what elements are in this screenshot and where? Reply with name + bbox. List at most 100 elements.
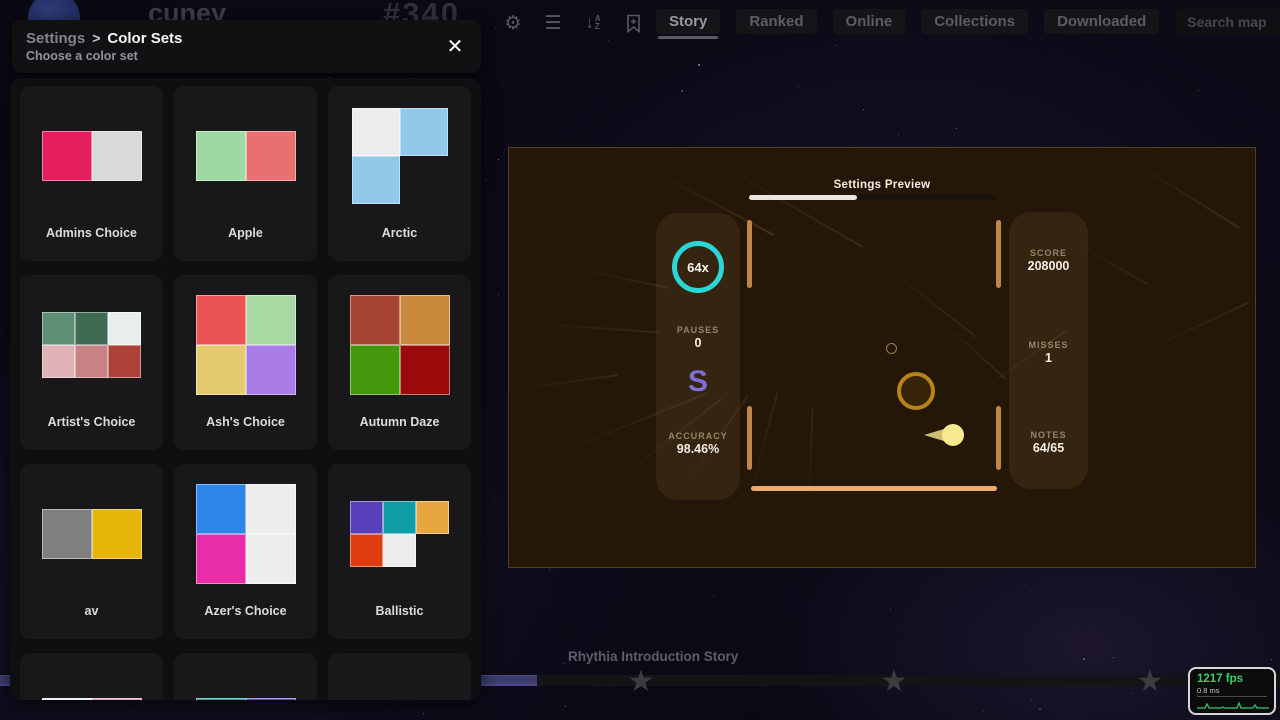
color-swatch xyxy=(42,312,75,345)
color-set-card[interactable] xyxy=(20,653,163,700)
color-swatch-grid xyxy=(350,653,450,700)
color-set-name: Azer's Choice xyxy=(204,604,286,618)
color-swatch xyxy=(400,345,450,395)
color-set-name: av xyxy=(85,604,99,618)
accuracy-value: 98.46% xyxy=(656,442,740,456)
fps-panel: 1217 fps 0.8 ms xyxy=(1188,667,1276,715)
frame-time-value: 0.8 ms xyxy=(1197,686,1267,697)
cursor-ring xyxy=(897,372,935,410)
color-swatch xyxy=(383,501,416,534)
settings-preview-panel: Settings Preview 64x PAUSES 0 S ACCURACY… xyxy=(508,147,1256,568)
color-set-grid: Admins Choice Apple Arctic Artist's Choice A… xyxy=(20,86,471,700)
color-swatch-grid xyxy=(42,86,142,226)
color-swatch xyxy=(196,295,246,345)
color-set-card[interactable] xyxy=(328,653,471,700)
color-swatch xyxy=(350,501,383,534)
color-swatch xyxy=(246,131,296,181)
color-set-card[interactable]: Autumn Daze xyxy=(328,275,471,450)
song-title: Rhythia Introduction Story xyxy=(568,649,738,664)
color-swatch-grid xyxy=(352,86,448,226)
color-swatch-grid xyxy=(350,464,449,604)
color-set-card[interactable]: Ash's Choice xyxy=(174,275,317,450)
pauses-label: PAUSES xyxy=(656,325,740,335)
breadcrumb: Settings > Color Sets xyxy=(26,30,467,47)
tab-collections[interactable]: Collections xyxy=(921,9,1028,34)
color-swatch-grid xyxy=(196,464,296,604)
rank-grade: S xyxy=(656,365,740,399)
color-set-card[interactable]: Azer's Choice xyxy=(174,464,317,639)
color-set-name: Arctic xyxy=(382,226,417,240)
color-set-card[interactable]: Apple xyxy=(174,86,317,261)
color-swatch xyxy=(246,484,296,534)
color-swatch xyxy=(75,345,108,378)
color-set-name: Admins Choice xyxy=(46,226,137,240)
tab-ranked[interactable]: Ranked xyxy=(736,9,816,34)
search-input[interactable] xyxy=(1175,9,1280,35)
color-set-name: Artist's Choice xyxy=(48,415,136,429)
settings-dialog-header: Settings > Color Sets Choose a color set… xyxy=(12,20,481,73)
sort-az-icon[interactable]: ↓ AZ xyxy=(582,12,604,34)
color-swatch xyxy=(75,312,108,345)
app-window: cuney #340 ⚙ ☰ ↓ AZ Story Ranked Online … xyxy=(0,0,1280,720)
color-set-name: Ballistic xyxy=(376,604,424,618)
color-swatch xyxy=(246,698,296,700)
border-bar-bottom xyxy=(751,486,997,491)
color-swatch xyxy=(383,534,416,567)
border-bar-left-bottom xyxy=(747,406,752,470)
color-swatch-grid xyxy=(42,275,141,415)
gear-icon[interactable]: ⚙ xyxy=(502,12,524,34)
note-trail xyxy=(924,429,944,441)
color-swatch xyxy=(42,698,92,700)
settings-dialog-body: Admins Choice Apple Arctic Artist's Choice A… xyxy=(10,78,481,700)
color-swatch xyxy=(350,534,383,567)
color-swatch xyxy=(92,698,142,700)
color-swatch xyxy=(400,295,450,345)
color-swatch xyxy=(42,509,92,559)
color-swatch xyxy=(196,698,246,700)
color-set-card[interactable]: Arctic xyxy=(328,86,471,261)
score-value: 208000 xyxy=(1009,259,1088,273)
color-swatch xyxy=(246,295,296,345)
color-swatch-grid xyxy=(196,653,296,700)
color-swatch xyxy=(196,484,246,534)
color-swatch xyxy=(196,345,246,395)
notes-value: 64/65 xyxy=(1009,441,1088,455)
pauses-value: 0 xyxy=(656,336,740,350)
approach-ring xyxy=(886,343,897,354)
tab-story[interactable]: Story xyxy=(656,9,720,34)
color-swatch xyxy=(42,345,75,378)
list-icon[interactable]: ☰ xyxy=(542,12,564,34)
color-swatch xyxy=(92,131,142,181)
breadcrumb-settings[interactable]: Settings xyxy=(26,30,85,47)
color-set-card[interactable]: Artist's Choice xyxy=(20,275,163,450)
color-set-card[interactable]: Ballistic xyxy=(328,464,471,639)
bookmark-add-icon[interactable] xyxy=(622,12,644,34)
color-swatch xyxy=(400,108,448,156)
breadcrumb-color-sets: Color Sets xyxy=(107,30,182,47)
border-bar-left-top xyxy=(747,220,752,288)
color-set-card[interactable] xyxy=(174,653,317,700)
close-icon[interactable]: ✕ xyxy=(439,30,471,62)
color-set-card[interactable]: av xyxy=(20,464,163,639)
color-set-name: Autumn Daze xyxy=(360,415,440,429)
combo-value: 64x xyxy=(687,260,709,275)
hud-pill-right: SCORE 208000 MISSES 1 NOTES 64/65 xyxy=(1009,212,1088,489)
border-bar-right-top xyxy=(996,220,1001,288)
tab-downloaded[interactable]: Downloaded xyxy=(1044,9,1159,34)
progress-star: ★ xyxy=(881,664,908,699)
dialog-subtitle: Choose a color set xyxy=(26,49,467,63)
tab-online[interactable]: Online xyxy=(833,9,906,34)
color-set-name: Ash's Choice xyxy=(206,415,285,429)
color-set-card[interactable]: Admins Choice xyxy=(20,86,163,261)
combo-ring: 64x xyxy=(672,241,724,293)
color-swatch xyxy=(246,345,296,395)
color-swatch xyxy=(108,312,141,345)
color-swatch-grid xyxy=(196,86,296,226)
accuracy-label: ACCURACY xyxy=(656,431,740,441)
color-swatch xyxy=(108,345,141,378)
progress-star: ★ xyxy=(628,664,655,699)
color-swatch-grid xyxy=(196,275,296,415)
breadcrumb-separator: > xyxy=(92,30,100,46)
misses-value: 1 xyxy=(1009,351,1088,365)
score-label: SCORE xyxy=(1009,248,1088,258)
